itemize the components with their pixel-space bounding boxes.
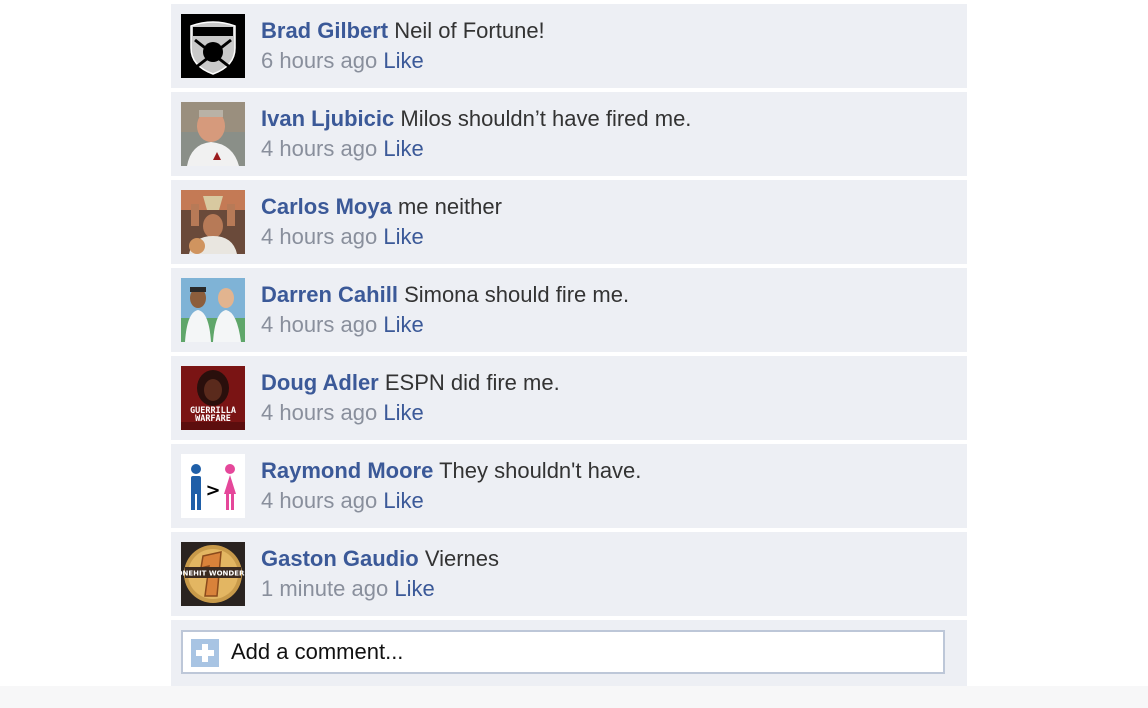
comment-message: me neither	[397, 194, 502, 219]
man-greater-than-woman-icon[interactable]: >	[181, 454, 245, 518]
comment-timestamp: 4 hours ago	[261, 488, 378, 513]
comment-author-link[interactable]: Raymond Moore	[261, 458, 433, 483]
like-link[interactable]: Like	[383, 136, 423, 161]
like-link[interactable]: Like	[394, 576, 434, 601]
comment-timestamp: 4 hours ago	[261, 312, 378, 337]
comment-timestamp: 4 hours ago	[261, 224, 378, 249]
comment-meta: 4 hours ago Like	[261, 134, 424, 164]
comment-text: Ivan Ljubicic Milos shouldn’t have fired…	[261, 104, 691, 134]
add-comment-placeholder: Add a comment...	[231, 639, 404, 664]
avatar-caption: ONEHIT WONDERS	[181, 570, 245, 578]
like-link[interactable]: Like	[383, 400, 423, 425]
comment-meta: 4 hours ago Like	[261, 222, 424, 252]
comment-timestamp: 6 hours ago	[261, 48, 378, 73]
comment-item: Brad Gilbert Neil of Fortune! 6 hours ag…	[171, 4, 967, 88]
comment-meta: 1 minute ago Like	[261, 574, 435, 604]
comment-item: Darren Cahill Simona should fire me. 4 h…	[171, 268, 967, 352]
comment-message: Viernes	[424, 546, 500, 571]
comment-meta: 4 hours ago Like	[261, 398, 424, 428]
comment-message: Milos shouldn’t have fired me.	[400, 106, 692, 131]
like-link[interactable]: Like	[383, 488, 423, 513]
comment-message: ESPN did fire me.	[384, 370, 560, 395]
comment-author-link[interactable]: Doug Adler	[261, 370, 379, 395]
guerrilla-warfare-icon[interactable]: GUERRILLA WARFARE	[181, 366, 245, 430]
comment-meta: 4 hours ago Like	[261, 486, 424, 516]
comment-item: Carlos Moya me neither 4 hours ago Like	[171, 180, 967, 264]
comment-text: Brad Gilbert Neil of Fortune!	[261, 16, 545, 46]
comment-item: GUERRILLA WARFARE Doug Adler ESPN did fi…	[171, 356, 967, 440]
comment-timestamp: 4 hours ago	[261, 136, 378, 161]
comment-timestamp: 4 hours ago	[261, 400, 378, 425]
comment-item: Ivan Ljubicic Milos shouldn’t have fired…	[171, 92, 967, 176]
comment-list: Brad Gilbert Neil of Fortune! 6 hours ag…	[171, 4, 967, 686]
like-link[interactable]: Like	[383, 48, 423, 73]
players-photo-icon[interactable]	[181, 278, 245, 342]
comment-text: Darren Cahill Simona should fire me.	[261, 280, 629, 310]
comment-text: Gaston Gaudio Viernes	[261, 544, 499, 574]
comment-text: Carlos Moya me neither	[261, 192, 502, 222]
comment-author-link[interactable]: Gaston Gaudio	[261, 546, 419, 571]
plus-icon	[191, 639, 219, 667]
comment-meta: 4 hours ago Like	[261, 310, 424, 340]
trophy-photo-icon[interactable]	[181, 190, 245, 254]
comment-text: Raymond Moore They shouldn't have.	[261, 456, 641, 486]
like-link[interactable]: Like	[383, 224, 423, 249]
add-comment-row: Add a comment...	[171, 620, 967, 686]
comment-message: Simona should fire me.	[404, 282, 630, 307]
avatar-comparison-symbol: >	[205, 480, 220, 501]
like-link[interactable]: Like	[383, 312, 423, 337]
comment-author-link[interactable]: Darren Cahill	[261, 282, 398, 307]
comment-message: Neil of Fortune!	[394, 18, 545, 43]
add-comment-input[interactable]: Add a comment...	[181, 630, 945, 674]
coach-photo-icon[interactable]	[181, 102, 245, 166]
raiders-shield-icon[interactable]	[181, 14, 245, 78]
comment-author-link[interactable]: Ivan Ljubicic	[261, 106, 394, 131]
comment-item: ONEHIT WONDERS Gaston Gaudio Viernes 1 m…	[171, 532, 967, 616]
comment-author-link[interactable]: Brad Gilbert	[261, 18, 388, 43]
avatar-caption-line-2: WARFARE	[195, 414, 231, 424]
one-hit-wonders-icon[interactable]: ONEHIT WONDERS	[181, 542, 245, 606]
comment-item: > Raymond Moore They shouldn't have. 4 h…	[171, 444, 967, 528]
page-bottom-strip	[0, 686, 1148, 708]
comment-author-link[interactable]: Carlos Moya	[261, 194, 392, 219]
comment-timestamp: 1 minute ago	[261, 576, 389, 601]
comment-message: They shouldn't have.	[439, 458, 642, 483]
comment-text: Doug Adler ESPN did fire me.	[261, 368, 560, 398]
comment-meta: 6 hours ago Like	[261, 46, 424, 76]
